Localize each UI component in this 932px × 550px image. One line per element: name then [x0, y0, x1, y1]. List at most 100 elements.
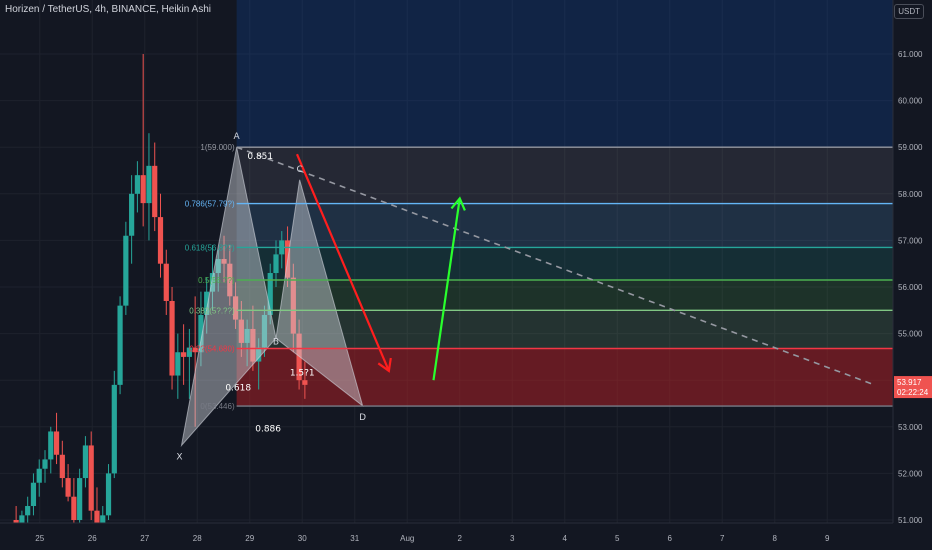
candle[interactable]	[163, 249, 169, 315]
candle[interactable]	[129, 175, 135, 264]
candle-body	[134, 175, 140, 194]
candle-body	[123, 235, 129, 306]
candle[interactable]	[53, 412, 60, 465]
candle-body	[71, 496, 77, 520]
harmonic-ratio-label: 0.851	[247, 152, 273, 162]
harmonic-point-label: D	[359, 413, 366, 423]
chart-title: Horizen / TetherUS, 4h, BINANCE, Heikin …	[5, 4, 212, 15]
candle[interactable]	[134, 161, 140, 213]
candle[interactable]	[169, 287, 175, 390]
fib-zone	[236, 247, 893, 281]
candle[interactable]	[186, 328, 192, 399]
candle-body	[302, 380, 308, 385]
bar-countdown: 02:22:24	[897, 388, 929, 397]
candle-body	[53, 431, 60, 455]
candle-body	[157, 217, 164, 264]
time-tick-label: 26	[88, 534, 97, 543]
candle[interactable]	[59, 440, 65, 488]
candle[interactable]	[123, 221, 129, 315]
candle-body	[273, 254, 279, 274]
candle[interactable]	[117, 296, 123, 395]
candle[interactable]	[157, 193, 164, 278]
candle-body	[152, 165, 158, 218]
time-tick-label: 31	[350, 534, 359, 543]
time-tick-label: 6	[668, 534, 673, 543]
candle[interactable]	[82, 436, 89, 488]
time-tick-label: 27	[140, 534, 149, 543]
time-tick-label: 25	[35, 534, 44, 543]
candle-body	[111, 384, 117, 474]
candle-body	[30, 482, 37, 507]
price-chart[interactable]: 1(59.000) 0.786(57.79?) 0.618(56.8??) 0.5(5…	[0, 0, 932, 550]
fib-level-label: 0.5(56.??)	[198, 276, 235, 285]
fib-zone	[236, 203, 893, 248]
candle[interactable]	[30, 473, 37, 516]
time-axis[interactable]: 25 26 27 28 29 30 31 Aug 2 3 4 5 6 7 8 9	[0, 522, 893, 550]
harmonic-point-label: C	[296, 165, 302, 175]
candle-body	[146, 165, 152, 204]
price-tick-label: 58.000	[898, 190, 923, 199]
candle[interactable]	[111, 370, 117, 479]
candle[interactable]	[152, 142, 158, 232]
candle[interactable]	[105, 464, 112, 520]
candle[interactable]	[71, 478, 77, 529]
candle-body	[140, 175, 146, 204]
harmonic-point-label: B	[273, 337, 279, 347]
candle-body	[181, 352, 187, 357]
candle-body	[175, 352, 181, 376]
candle[interactable]	[146, 133, 152, 241]
candle-body	[59, 454, 65, 479]
harmonic-ratio-label: 0.618	[225, 383, 251, 393]
harmonic-ratio-label: 0.886	[255, 424, 281, 434]
candle[interactable]	[65, 464, 71, 502]
time-tick-label: 5	[615, 534, 620, 543]
price-axis-bg	[893, 0, 932, 550]
time-tick-label: 30	[298, 534, 307, 543]
current-price-value: 53.917	[897, 378, 922, 387]
candle-body	[88, 445, 94, 511]
candle-body	[36, 468, 42, 483]
candle-body	[77, 478, 83, 520]
candle-body	[25, 506, 31, 516]
candle-body	[117, 305, 123, 385]
currency-badge[interactable]: USDT	[894, 4, 924, 19]
price-tick-label: 55.000	[898, 330, 923, 339]
price-tick-label: 61.000	[898, 50, 923, 59]
chart-screen: 1(59.000) 0.786(57.79?) 0.618(56.8??) 0.5(5…	[0, 0, 932, 550]
candle[interactable]	[36, 459, 42, 497]
time-tick-label: Aug	[400, 534, 414, 543]
fib-level-label: 0.382(5?.??)	[189, 306, 235, 315]
time-tick-label: 2	[458, 534, 463, 543]
harmonic-ratio-label: 1.5?1	[290, 369, 315, 379]
time-tick-label: 9	[825, 534, 830, 543]
candle-body	[42, 459, 48, 469]
price-tick-label: 56.000	[898, 283, 923, 292]
fib-level-label: 0.2?(54.680)	[189, 345, 235, 354]
fib-level-label: 0(53.446)	[200, 402, 235, 411]
time-tick-label: 8	[773, 534, 778, 543]
current-price-badge[interactable]: 53.91702:22:24	[894, 376, 932, 399]
candle-body	[48, 431, 54, 460]
time-tick-label: 28	[193, 534, 202, 543]
price-tick-label: 52.000	[898, 469, 923, 478]
candle-body	[105, 473, 112, 516]
candle-body	[169, 300, 175, 376]
fib-zone	[236, 147, 893, 204]
price-tick-label: 60.000	[898, 97, 923, 106]
price-tick-label: 57.000	[898, 236, 923, 245]
plot-area[interactable]: 1(59.000) 0.786(57.79?) 0.618(56.8??) 0.5(5…	[0, 0, 893, 539]
price-tick-label: 59.000	[898, 143, 923, 152]
time-tick-label: 3	[510, 534, 515, 543]
time-tick-label: 4	[563, 534, 568, 543]
candle[interactable]	[42, 450, 48, 483]
candle[interactable]	[88, 431, 94, 520]
candle[interactable]	[77, 468, 83, 525]
price-tick-label: 51.000	[898, 516, 923, 525]
harmonic-point-label: X	[176, 452, 182, 462]
candle[interactable]	[48, 426, 54, 474]
fib-zone	[236, 0, 893, 148]
candle-body	[163, 263, 169, 301]
time-axis-bg	[0, 523, 893, 550]
candle[interactable]	[175, 333, 181, 399]
price-axis[interactable]: 51.00052.00053.00054.00055.00056.00057.0…	[892, 0, 932, 550]
